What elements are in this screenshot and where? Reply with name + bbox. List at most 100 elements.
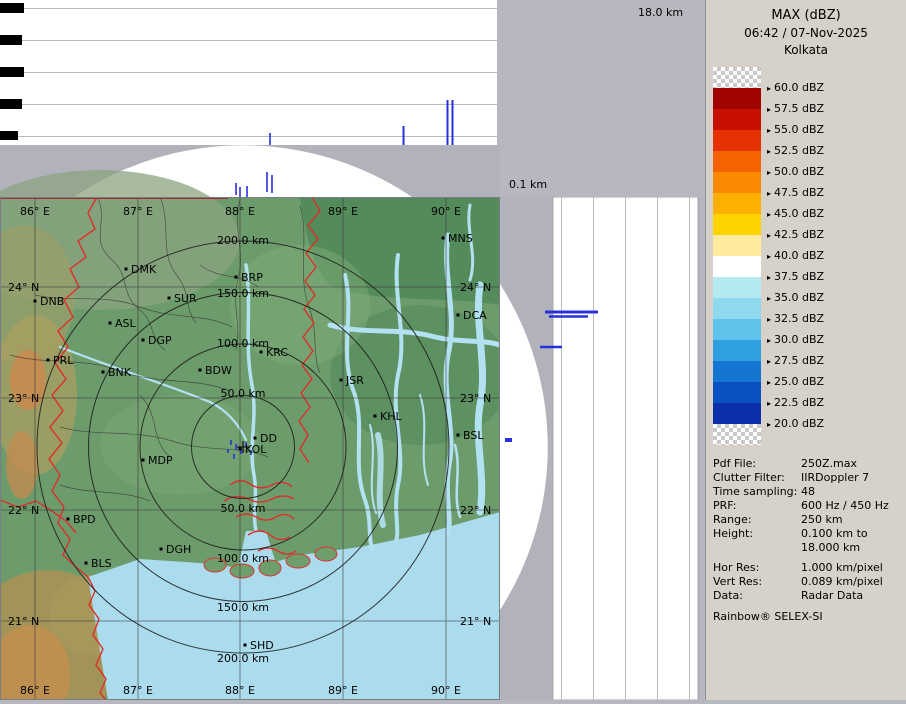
city-marker: [85, 562, 88, 565]
city-label: DMK: [131, 263, 157, 276]
tick-text: 35.0 dBZ: [774, 291, 824, 304]
city-label: BDW: [205, 364, 232, 377]
tick-text: 32.5 dBZ: [774, 312, 824, 325]
tick-text: 45.0 dBZ: [774, 207, 824, 220]
scale-color-band: [713, 88, 761, 109]
scale-color-band: [713, 235, 761, 256]
tick-arrow-icon: ▸: [767, 336, 771, 345]
tick-text: 40.0 dBZ: [774, 249, 824, 262]
meta-label: Vert Res:: [713, 575, 801, 589]
scale-tick-label: ▸25.0 dBZ: [767, 375, 824, 389]
lat-label-right: 22° N: [460, 504, 491, 517]
lat-label-left: 21° N: [8, 615, 39, 628]
city-marker: [254, 437, 257, 440]
scale-checker-band: [713, 67, 761, 88]
city-label: SHD: [250, 639, 274, 652]
lon-label-bottom: 86° E: [20, 684, 50, 697]
city-marker: [47, 359, 50, 362]
tick-arrow-icon: ▸: [767, 252, 771, 261]
tick-text: 47.5 dBZ: [774, 186, 824, 199]
tick-text: 55.0 dBZ: [774, 123, 824, 136]
meta-row: Time sampling:48: [713, 485, 905, 499]
meta-label: Hor Res:: [713, 561, 801, 575]
tick-arrow-icon: ▸: [767, 105, 771, 114]
city-marker: [142, 459, 145, 462]
height-gridlines: [0, 9, 497, 137]
ew-cross-section-panel[interactable]: [0, 0, 497, 145]
meta-value: 48: [801, 485, 815, 498]
city-label: MDP: [148, 454, 173, 467]
city-marker: [374, 415, 377, 418]
meta-row: Range:250 km: [713, 513, 905, 527]
scale-checker-band: [713, 424, 761, 445]
meta-value: Radar Data: [801, 589, 863, 602]
tick-arrow-icon: ▸: [767, 399, 771, 408]
tick-arrow-icon: ▸: [767, 210, 771, 219]
city-marker: [260, 351, 263, 354]
city-marker: [160, 548, 163, 551]
city-marker: [109, 322, 112, 325]
station-name: Kolkata: [706, 43, 906, 57]
lat-label-right: 21° N: [460, 615, 491, 628]
meta-label: Range:: [713, 513, 801, 527]
city-label: BSL: [463, 429, 484, 442]
city-label: DCA: [463, 309, 487, 322]
scale-tick-label: ▸22.5 dBZ: [767, 396, 824, 410]
city-marker: [102, 371, 105, 374]
city-label: BNK: [108, 366, 132, 379]
radar-map-panel[interactable]: 86° E86° E87° E87° E88° E88° E89° E89° E…: [0, 145, 500, 700]
legend-panel: MAX (dBZ) 06:42 / 07-Nov-2025 Kolkata ▸6…: [705, 0, 906, 700]
lat-label-left: 22° N: [8, 504, 39, 517]
ns-cross-section-panel[interactable]: [500, 197, 700, 700]
tick-text: 27.5 dBZ: [774, 354, 824, 367]
tick-arrow-icon: ▸: [767, 315, 771, 324]
meta-row: Clutter Filter:IIRDoppler 7: [713, 471, 905, 485]
scale-color-band: [713, 193, 761, 214]
city-label: PRL: [53, 354, 74, 367]
lon-label-bottom: 88° E: [225, 684, 255, 697]
tick-text: 57.5 dBZ: [774, 102, 824, 115]
city-label: KHL: [380, 410, 402, 423]
city-label: DGP: [148, 334, 172, 347]
range-ring-label-top: 100.0 km: [217, 337, 269, 350]
city-label: KRC: [266, 346, 288, 359]
tick-text: 20.0 dBZ: [774, 417, 824, 430]
scale-tick-label: ▸50.0 dBZ: [767, 165, 824, 179]
city-marker: [340, 379, 343, 382]
dbz-color-scale: ▸60.0 dBZ▸57.5 dBZ▸55.0 dBZ▸52.5 dBZ▸50.…: [713, 67, 903, 447]
meta-label: Time sampling:: [713, 485, 801, 499]
scale-tick-label: ▸57.5 dBZ: [767, 102, 824, 116]
city-label: BRP: [241, 271, 263, 284]
range-ring-label-bottom: 50.0 km: [220, 502, 265, 515]
lat-label-left: 24° N: [8, 281, 39, 294]
scale-color-band: [713, 172, 761, 193]
meta-label: Height:: [713, 527, 801, 541]
city-marker: [235, 276, 238, 279]
city-label: DNB: [40, 295, 64, 308]
tick-text: 52.5 dBZ: [774, 144, 824, 157]
tick-arrow-icon: ▸: [767, 294, 771, 303]
range-ring-label-bottom: 200.0 km: [217, 652, 269, 665]
range-ring-label-top: 50.0 km: [220, 387, 265, 400]
lon-label-top: 90° E: [431, 205, 461, 218]
city-label: MNS: [448, 232, 473, 245]
tick-text: 42.5 dBZ: [774, 228, 824, 241]
color-scale-bands: [713, 67, 761, 445]
city-label: DGH: [166, 543, 191, 556]
city-marker: [67, 518, 70, 521]
scale-tick-label: ▸42.5 dBZ: [767, 228, 824, 242]
scale-tick-label: ▸35.0 dBZ: [767, 291, 824, 305]
city-label: BPD: [73, 513, 96, 526]
ew-cross-section-plot: [0, 0, 497, 145]
meta-value: 250Z.max: [801, 457, 857, 470]
tick-arrow-icon: ▸: [767, 231, 771, 240]
city-marker: [34, 300, 37, 303]
meta-value: 0.100 km to: [801, 527, 868, 540]
meta-value: 600 Hz / 450 Hz: [801, 499, 889, 512]
lon-label-bottom: 89° E: [328, 684, 358, 697]
scale-tick-label: ▸40.0 dBZ: [767, 249, 824, 263]
max-height-label: 18.0 km: [638, 6, 683, 19]
lon-label-bottom: 90° E: [431, 684, 461, 697]
city-marker: [239, 448, 242, 451]
tick-arrow-icon: ▸: [767, 189, 771, 198]
